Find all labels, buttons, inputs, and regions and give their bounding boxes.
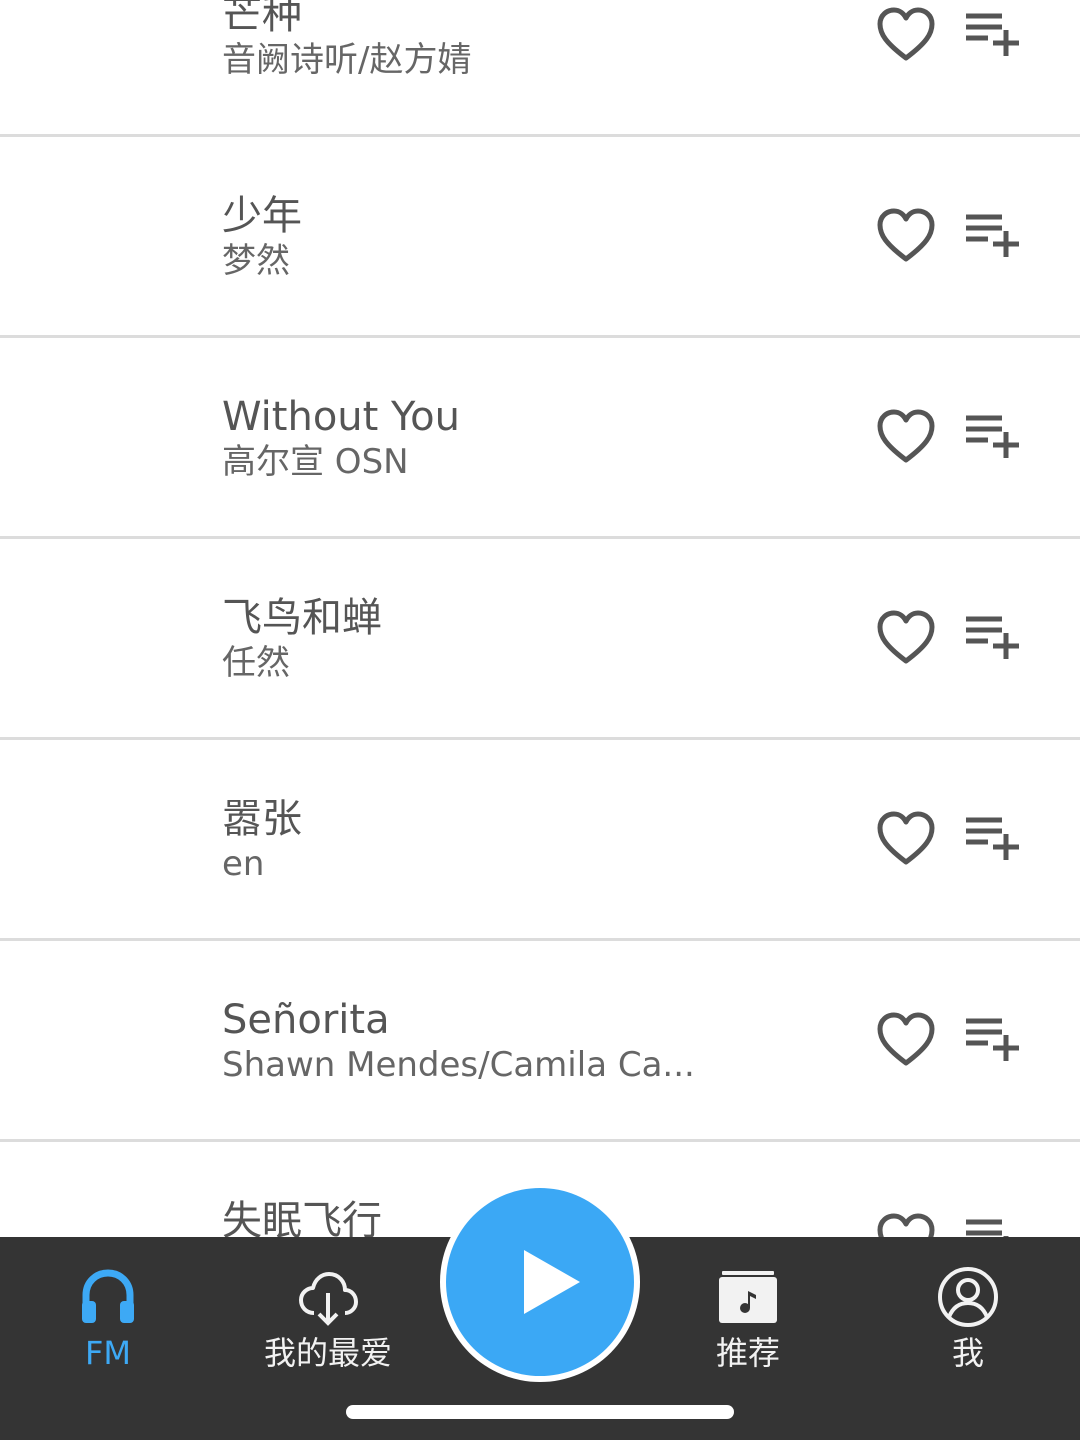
add-to-playlist-icon[interactable] bbox=[962, 6, 1022, 66]
home-indicator[interactable] bbox=[346, 1405, 734, 1419]
song-row[interactable]: 嚣张 en bbox=[0, 740, 1080, 941]
song-row[interactable]: 芒种 音阙诗听/赵方婧 bbox=[0, 0, 1080, 137]
song-list: 芒种 音阙诗听/赵方婧 少年 梦然 Without You 高尔宣 OSN 飞鸟… bbox=[0, 0, 1080, 1343]
song-artist: 梦然 bbox=[222, 241, 290, 281]
headphones-icon bbox=[82, 1269, 134, 1323]
song-text: 嚣张 en bbox=[222, 795, 782, 885]
song-row[interactable]: 飞鸟和蝉 任然 bbox=[0, 539, 1080, 740]
song-artist: 高尔宣 OSN bbox=[222, 442, 409, 482]
tab-recommend[interactable]: 推荐 bbox=[648, 1265, 848, 1373]
app-screen: 芒种 音阙诗听/赵方婧 少年 梦然 Without You 高尔宣 OSN 飞鸟… bbox=[0, 0, 1080, 1440]
song-text: 芒种 音阙诗听/赵方婧 bbox=[222, 0, 782, 81]
song-title: Señorita bbox=[222, 997, 390, 1043]
song-title: Without You bbox=[222, 394, 460, 440]
tab-favorites[interactable]: 我的最爱 bbox=[228, 1265, 428, 1373]
tab-label: FM bbox=[84, 1334, 131, 1372]
user-circle-icon bbox=[938, 1267, 998, 1327]
play-button[interactable] bbox=[440, 1182, 640, 1382]
favorite-heart-icon[interactable] bbox=[876, 6, 936, 66]
song-title: 飞鸟和蝉 bbox=[222, 595, 382, 641]
song-text: 少年 梦然 bbox=[222, 192, 782, 282]
song-title: 少年 bbox=[222, 193, 302, 239]
play-button-circle bbox=[446, 1188, 634, 1376]
add-to-playlist-icon[interactable] bbox=[962, 810, 1022, 870]
play-icon bbox=[524, 1250, 580, 1314]
tab-label: 我 bbox=[951, 1334, 984, 1372]
song-text: Without You 高尔宣 OSN bbox=[222, 393, 782, 483]
favorite-heart-icon[interactable] bbox=[876, 207, 936, 267]
song-title: 芒种 bbox=[222, 0, 302, 38]
song-text: Señorita Shawn Mendes/Camila Ca... bbox=[222, 996, 782, 1086]
song-row[interactable]: 少年 梦然 bbox=[0, 137, 1080, 338]
add-to-playlist-icon[interactable] bbox=[962, 408, 1022, 468]
favorite-heart-icon[interactable] bbox=[876, 609, 936, 669]
tab-label: 我的最爱 bbox=[263, 1334, 392, 1372]
tab-me[interactable]: 我 bbox=[868, 1265, 1068, 1373]
song-artist: en bbox=[222, 844, 265, 884]
song-text: 飞鸟和蝉 任然 bbox=[222, 594, 782, 684]
song-artist: Shawn Mendes/Camila Ca... bbox=[222, 1045, 695, 1085]
song-artist: 任然 bbox=[222, 643, 290, 683]
song-row[interactable]: Señorita Shawn Mendes/Camila Ca... bbox=[0, 941, 1080, 1142]
song-title: 嚣张 bbox=[222, 796, 302, 842]
add-to-playlist-icon[interactable] bbox=[962, 609, 1022, 669]
add-to-playlist-icon[interactable] bbox=[962, 1011, 1022, 1071]
tab-label: 推荐 bbox=[715, 1334, 780, 1372]
favorite-heart-icon[interactable] bbox=[876, 1011, 936, 1071]
favorite-heart-icon[interactable] bbox=[876, 810, 936, 870]
cloud-download-icon bbox=[299, 1272, 358, 1326]
song-row[interactable]: Without You 高尔宣 OSN bbox=[0, 338, 1080, 539]
song-artist: 音阙诗听/赵方婧 bbox=[222, 40, 472, 80]
favorite-heart-icon[interactable] bbox=[876, 408, 936, 468]
music-album-icon bbox=[719, 1271, 777, 1323]
tab-fm[interactable]: FM bbox=[8, 1265, 208, 1373]
add-to-playlist-icon[interactable] bbox=[962, 207, 1022, 267]
